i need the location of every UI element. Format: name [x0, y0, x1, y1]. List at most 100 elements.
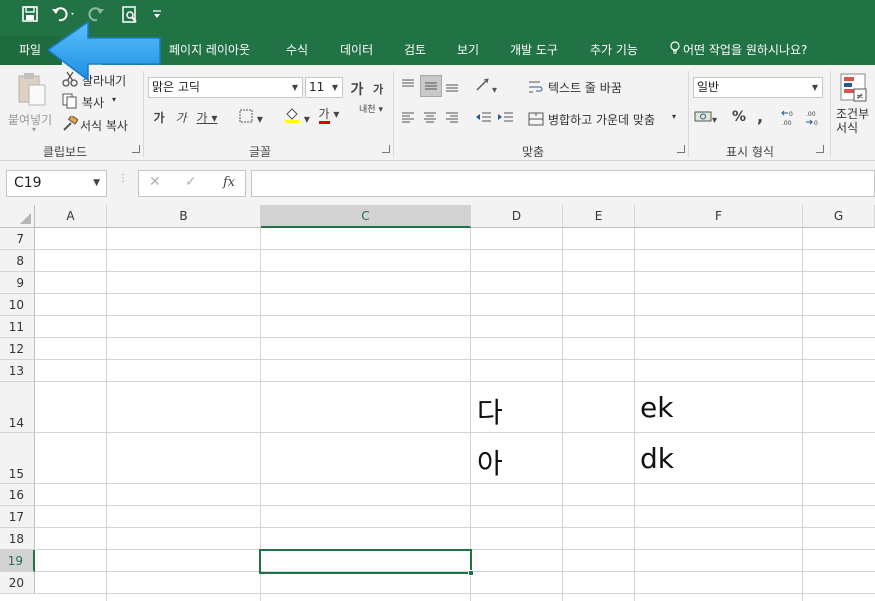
alignment-launcher-icon[interactable]: [677, 145, 685, 153]
row-header-17[interactable]: 17: [0, 506, 35, 528]
row-header-16[interactable]: 16: [0, 484, 35, 506]
formula-bar-grip[interactable]: ⋮: [118, 174, 128, 191]
row-header-19[interactable]: 19: [0, 550, 35, 572]
decrease-indent-button[interactable]: [474, 109, 494, 127]
merge-center-icon: [528, 111, 544, 130]
align-top-button[interactable]: [400, 77, 418, 95]
tutorial-arrow-icon: [46, 20, 161, 82]
align-right-icon: [446, 112, 458, 123]
row-header-9[interactable]: 9: [0, 272, 35, 294]
comma-button[interactable]: ,: [752, 107, 768, 126]
bold-label: 가: [153, 111, 165, 125]
fill-color-button[interactable]: ▾: [280, 107, 314, 126]
gridline: [35, 505, 875, 506]
cell-f14[interactable]: ek: [640, 391, 673, 424]
phonetic-button[interactable]: 내천 ▾: [355, 105, 387, 115]
decrease-decimal-button[interactable]: .00 0: [804, 109, 824, 129]
number-format-select[interactable]: 일반 ▼: [693, 77, 823, 98]
gridline: [35, 381, 875, 382]
select-all-button[interactable]: [0, 205, 35, 228]
align-top-icon: [402, 79, 414, 87]
merge-center-button[interactable]: 병합하고 가운데 맞춤 ▾: [528, 109, 683, 129]
tab-addins[interactable]: 추가 기능: [590, 36, 638, 65]
column-header-b[interactable]: B: [107, 205, 261, 228]
cell-d15[interactable]: 아: [477, 442, 503, 482]
tell-me-box[interactable]: 어떤 작업을 원하시나요?: [670, 36, 807, 65]
active-cell-c19[interactable]: [259, 549, 474, 576]
row-header-10[interactable]: 10: [0, 294, 35, 316]
group-separator: [688, 71, 689, 157]
font-color-button[interactable]: 가 ▾: [314, 107, 344, 124]
gridline: [802, 228, 803, 601]
name-box[interactable]: C19 ▼: [6, 170, 107, 197]
insert-function-icon[interactable]: fx: [223, 175, 235, 190]
percent-button[interactable]: %: [730, 109, 748, 125]
row-header-12[interactable]: 12: [0, 338, 35, 360]
bold-button[interactable]: 가: [150, 109, 168, 126]
phonetic-label: 내천: [359, 105, 376, 115]
align-center-button[interactable]: [422, 109, 440, 127]
clipboard-launcher-icon[interactable]: [132, 145, 140, 153]
number-launcher-icon[interactable]: [816, 145, 824, 153]
tab-formulas[interactable]: 수식: [286, 36, 308, 65]
shrink-font-button[interactable]: 가: [370, 81, 386, 97]
row-header-7[interactable]: 7: [0, 228, 35, 250]
gridline: [35, 359, 875, 360]
percent-label: %: [731, 109, 747, 125]
underline-button[interactable]: 가 ▾: [194, 109, 220, 126]
row-header-20[interactable]: 20: [0, 572, 35, 594]
italic-button[interactable]: 가: [172, 109, 190, 126]
format-painter-button[interactable]: 서식 복사: [60, 114, 136, 136]
accounting-format-button[interactable]: ▾: [694, 109, 726, 129]
font-family-select[interactable]: 맑은 고딕 ▼: [148, 77, 303, 98]
align-bottom-button[interactable]: [444, 77, 462, 95]
cancel-icon[interactable]: ✕: [149, 174, 161, 190]
font-size-select[interactable]: 11 ▼: [305, 77, 343, 98]
row-header-18[interactable]: 18: [0, 528, 35, 550]
row-header-8[interactable]: 8: [0, 250, 35, 272]
tab-view[interactable]: 보기: [457, 36, 479, 65]
conditional-format-icon: ≠: [840, 73, 868, 106]
font-launcher-icon[interactable]: [382, 145, 390, 153]
align-middle-button[interactable]: [420, 75, 442, 97]
align-right-button[interactable]: [444, 109, 462, 127]
row-header-11[interactable]: 11: [0, 316, 35, 338]
column-header-g[interactable]: G: [803, 205, 875, 228]
tab-data[interactable]: 데이터: [340, 36, 373, 65]
orientation-icon: [474, 78, 492, 96]
column-header-f[interactable]: F: [635, 205, 803, 228]
row-header-14[interactable]: 14: [0, 382, 35, 433]
increase-indent-button[interactable]: [496, 109, 516, 127]
fill-handle[interactable]: [468, 570, 474, 576]
row-header-13[interactable]: 13: [0, 360, 35, 382]
border-button[interactable]: ▾: [234, 109, 268, 126]
gridline: [35, 271, 875, 272]
column-header-c[interactable]: C: [261, 205, 471, 228]
font-size-value: 11: [309, 80, 325, 94]
tab-page-layout[interactable]: 페이지 레이아웃: [169, 36, 250, 65]
column-header-e[interactable]: E: [563, 205, 635, 228]
increase-indent-icon: [498, 112, 513, 122]
orientation-button[interactable]: ▾: [474, 77, 504, 96]
wrap-text-button[interactable]: 텍스트 줄 바꿈: [528, 77, 648, 97]
font-color-icon: 가: [318, 108, 330, 124]
conditional-format-button[interactable]: ≠ 조건부 서식: [834, 71, 875, 143]
row-header-15[interactable]: 15: [0, 433, 35, 484]
formula-input[interactable]: [251, 170, 875, 197]
worksheet-grid[interactable]: A B C D E F G 7 8 9 10 11 12 13 14 15 16…: [0, 205, 875, 601]
tab-review[interactable]: 검토: [404, 36, 426, 65]
cell-f15[interactable]: dk: [640, 442, 674, 475]
column-header-d[interactable]: D: [471, 205, 563, 228]
save-icon[interactable]: [20, 6, 40, 28]
cell-d14[interactable]: 다: [477, 391, 503, 431]
merge-center-label: 병합하고 가운데 맞춤: [548, 113, 655, 127]
enter-icon[interactable]: ✓: [185, 174, 197, 190]
align-left-button[interactable]: [400, 109, 418, 127]
gridline: [35, 527, 875, 528]
formula-buttons: ✕ ✓ fx: [138, 170, 246, 197]
increase-decimal-button[interactable]: 0.00: [780, 109, 800, 129]
column-header-a[interactable]: A: [35, 205, 107, 228]
tab-developer[interactable]: 개발 도구: [510, 36, 558, 65]
grow-font-button[interactable]: 가: [348, 79, 366, 99]
lightbulb-icon: [670, 36, 683, 64]
